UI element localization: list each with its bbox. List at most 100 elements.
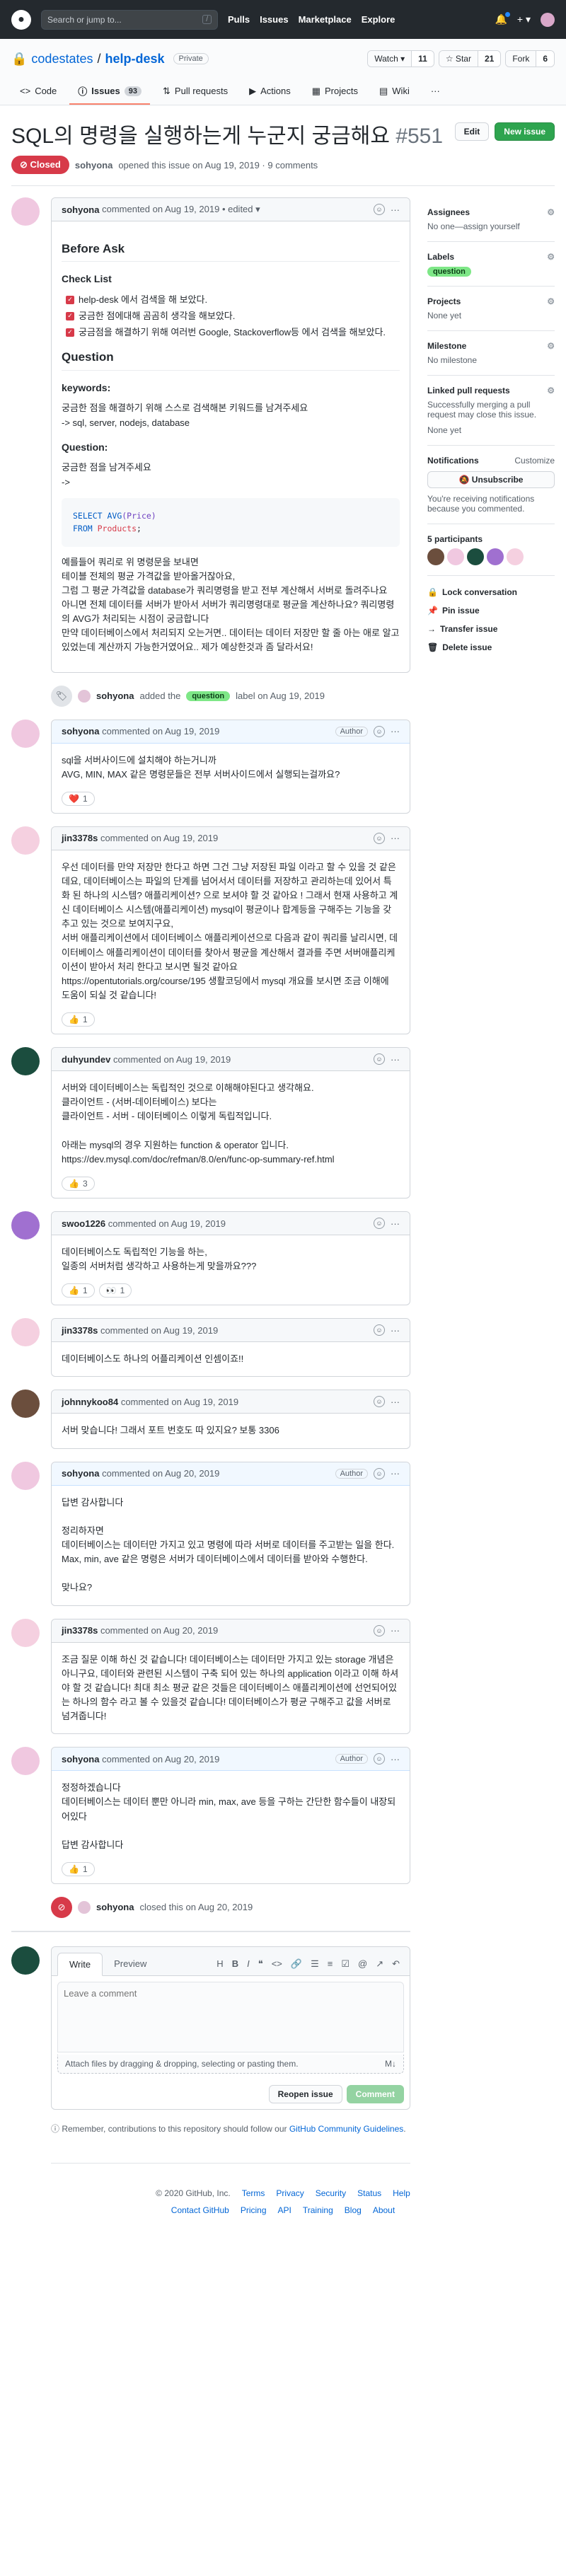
delete-issue-link[interactable]: 🗑 Delete issue <box>427 638 555 657</box>
avatar[interactable] <box>11 1047 40 1076</box>
comment-author[interactable]: swoo1226 <box>62 1218 105 1229</box>
tab-pull-requests[interactable]: ⇅ Pull requests <box>154 79 236 105</box>
more-options-icon[interactable]: ··· <box>391 1397 400 1407</box>
nav-item-pulls[interactable]: Pulls <box>228 14 250 25</box>
footer-link[interactable]: Help <box>393 2188 410 2198</box>
gear-icon[interactable]: ⚙ <box>547 252 555 262</box>
more-options-icon[interactable]: ··· <box>391 1468 400 1479</box>
checkbox-checked-icon[interactable]: ✓ <box>66 296 74 305</box>
tab-actions[interactable]: ▶ Actions <box>241 79 299 105</box>
footer-link[interactable]: Training <box>303 2205 333 2215</box>
comment-button[interactable]: Comment <box>346 2084 404 2103</box>
avatar[interactable] <box>11 826 40 855</box>
heading-icon[interactable]: H <box>216 1958 223 1970</box>
reaction-button[interactable]: 👍 1 <box>62 1283 95 1298</box>
add-reaction-icon[interactable]: ☺ <box>374 1324 385 1336</box>
comment-time[interactable]: commented on Aug 19, 2019 <box>108 1218 226 1229</box>
avatar[interactable] <box>507 548 524 565</box>
checkbox-checked-icon[interactable]: ✓ <box>66 312 74 321</box>
pin-issue-link[interactable]: 📌 Pin issue <box>427 601 555 620</box>
repo-owner-link[interactable]: codestates <box>31 52 93 67</box>
add-reaction-icon[interactable]: ☺ <box>374 1753 385 1765</box>
footer-link[interactable]: Blog <box>345 2205 362 2215</box>
comment-author[interactable]: sohyona <box>62 726 99 737</box>
milestone-section[interactable]: Milestone ⚙ No milestone <box>427 331 555 376</box>
watch-button[interactable]: Watch ▾ 11 <box>367 50 434 67</box>
avatar[interactable] <box>11 1390 40 1419</box>
comment-time[interactable]: commented on Aug 19, 2019 <box>113 1054 231 1065</box>
guidelines-link[interactable]: GitHub Community Guidelines <box>289 2124 403 2134</box>
add-reaction-icon[interactable]: ☺ <box>374 204 385 215</box>
numbered-list-icon[interactable]: ≡ <box>328 1958 333 1970</box>
more-options-icon[interactable]: ··· <box>391 833 400 843</box>
avatar[interactable] <box>11 1461 40 1490</box>
transfer-issue-link[interactable]: → Transfer issue <box>427 620 555 638</box>
more-options-icon[interactable]: ··· <box>391 1054 400 1065</box>
more-options-icon[interactable]: ··· <box>391 204 400 215</box>
add-reaction-icon[interactable]: ☺ <box>374 1218 385 1230</box>
avatar[interactable] <box>11 197 40 226</box>
avatar[interactable] <box>11 1747 40 1776</box>
star-button[interactable]: ☆ Star 21 <box>438 50 502 67</box>
more-options-icon[interactable]: ··· <box>391 726 400 737</box>
comment-author[interactable]: sohyona <box>62 204 99 215</box>
avatar[interactable] <box>11 1318 40 1347</box>
code-icon[interactable]: <> <box>272 1958 282 1970</box>
list-icon[interactable]: ☰ <box>311 1958 319 1970</box>
tab-issues[interactable]: ⓘ Issues 93 <box>69 79 151 105</box>
add-reaction-icon[interactable]: ☺ <box>374 1624 385 1636</box>
comment-author[interactable]: jin3378s <box>62 1625 98 1636</box>
projects-section[interactable]: Projects ⚙ None yet <box>427 287 555 331</box>
nav-item-marketplace[interactable]: Marketplace <box>299 14 352 25</box>
user-avatar-menu[interactable] <box>541 12 555 27</box>
comment-time[interactable]: commented on Aug 20, 2019 <box>102 1754 219 1764</box>
more-options-icon[interactable]: ··· <box>391 1625 400 1636</box>
footer-link[interactable]: Contact GitHub <box>171 2205 229 2215</box>
github-logo-icon[interactable]: ● <box>11 9 31 30</box>
comment-author[interactable]: jin3378s <box>62 833 98 843</box>
gear-icon[interactable]: ⚙ <box>547 341 555 351</box>
unsubscribe-button[interactable]: 🔕 Unsubscribe <box>427 471 555 488</box>
comment-time[interactable]: commented on Aug 19, 2019 <box>100 1325 218 1336</box>
footer-link[interactable]: Pricing <box>241 2205 267 2215</box>
issue-author-link[interactable]: sohyona <box>75 160 112 171</box>
comment-textarea[interactable] <box>57 1981 404 2052</box>
reaction-button[interactable]: ❤️ 1 <box>62 791 95 806</box>
footer-link[interactable]: Status <box>357 2188 381 2198</box>
footer-link[interactable]: API <box>278 2205 291 2215</box>
lock-conversation-link[interactable]: 🔒 Lock conversation <box>427 583 555 601</box>
add-reaction-icon[interactable]: ☺ <box>374 1053 385 1065</box>
add-reaction-icon[interactable]: ☺ <box>374 832 385 844</box>
avatar[interactable] <box>11 719 40 748</box>
label-question[interactable]: question <box>427 267 471 277</box>
fork-button[interactable]: Fork 6 <box>505 50 555 67</box>
task-list-icon[interactable]: ☑ <box>341 1958 350 1970</box>
gear-icon[interactable]: ⚙ <box>547 386 555 395</box>
avatar[interactable] <box>11 1211 40 1240</box>
footer-link[interactable]: About <box>373 2205 395 2215</box>
reaction-button[interactable]: 👍 3 <box>62 1177 95 1191</box>
event-author[interactable]: sohyona <box>96 1902 134 1912</box>
notifications-bell-icon[interactable]: 🔔 <box>495 12 511 25</box>
comment-author[interactable]: sohyona <box>62 1754 99 1764</box>
avatar[interactable] <box>487 548 504 565</box>
more-options-icon[interactable]: ··· <box>391 1325 400 1336</box>
comment-time[interactable]: commented on Aug 19, 2019 • edited ▾ <box>102 204 260 215</box>
comment-author[interactable]: sohyona <box>62 1468 99 1479</box>
nav-item-issues[interactable]: Issues <box>260 14 288 25</box>
avatar[interactable] <box>447 548 464 565</box>
linked-prs-section[interactable]: Linked pull requests ⚙ Successfully mergin… <box>427 376 555 446</box>
reaction-button[interactable]: 👀 1 <box>98 1283 132 1298</box>
footer-link[interactable]: Privacy <box>276 2188 304 2198</box>
tab-wiki[interactable]: ▤ Wiki <box>371 79 418 105</box>
more-options-icon[interactable]: ··· <box>391 1754 400 1764</box>
nav-item-explore[interactable]: Explore <box>362 14 395 25</box>
mention-icon[interactable]: @ <box>358 1958 367 1970</box>
tab-code[interactable]: <> Code <box>11 79 65 105</box>
quote-icon[interactable]: ❝ <box>258 1958 263 1970</box>
labels-section[interactable]: Labels ⚙ question <box>427 242 555 287</box>
create-new-menu[interactable]: + ▾ <box>517 13 531 25</box>
gear-icon[interactable]: ⚙ <box>547 207 555 217</box>
avatar[interactable] <box>467 548 484 565</box>
footer-link[interactable]: Security <box>316 2188 346 2198</box>
